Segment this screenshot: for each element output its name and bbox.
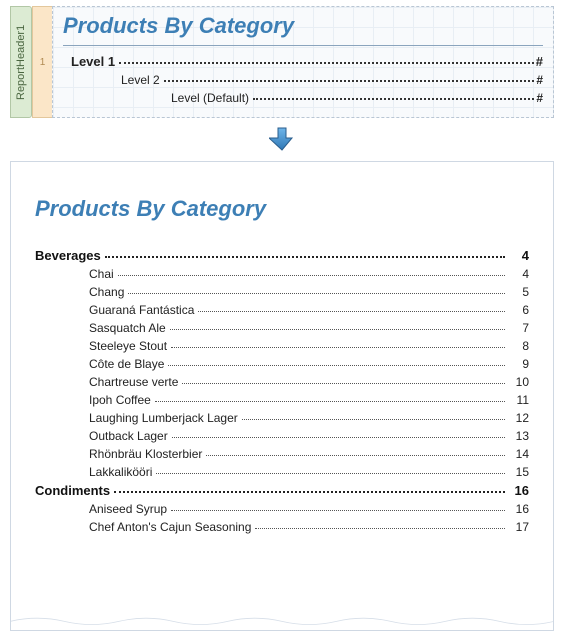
toc-item-row[interactable]: Ipoh Coffee 11 bbox=[35, 391, 529, 409]
toc-level-default-template[interactable]: Level (Default) # bbox=[171, 89, 543, 107]
leader-dots bbox=[119, 62, 534, 64]
toc-page-number: 4 bbox=[511, 248, 529, 263]
toc-item-row[interactable]: Sasquatch Ale 7 bbox=[35, 319, 529, 337]
toc-page-placeholder: # bbox=[536, 73, 543, 87]
arrow-down-icon bbox=[269, 126, 295, 152]
toc-item-label: Chang bbox=[89, 285, 124, 299]
toc-item-row[interactable]: Chai 4 bbox=[35, 265, 529, 283]
leader-dots bbox=[198, 311, 505, 312]
leader-dots bbox=[170, 329, 505, 330]
toc-item-row[interactable]: Rhönbräu Klosterbier 14 bbox=[35, 445, 529, 463]
toc-level-label: Level 2 bbox=[121, 73, 160, 87]
toc-category-row[interactable]: Condiments 16 bbox=[35, 481, 529, 500]
leader-dots bbox=[105, 256, 505, 258]
ruler-gutter: 1 bbox=[32, 6, 52, 118]
toc-item-row[interactable]: Laughing Lumberjack Lager 12 bbox=[35, 409, 529, 427]
toc-page-placeholder: # bbox=[536, 91, 543, 105]
toc-page-number: 4 bbox=[511, 267, 529, 281]
leader-dots bbox=[253, 98, 534, 100]
toc-item-label: Ipoh Coffee bbox=[89, 393, 151, 407]
toc-level-2-template[interactable]: Level 2 # bbox=[121, 71, 543, 89]
toc-page-number: 16 bbox=[511, 502, 529, 516]
toc-item-label: Chai bbox=[89, 267, 114, 281]
toc-level-label: Level (Default) bbox=[171, 91, 249, 105]
toc-page-number: 13 bbox=[511, 429, 529, 443]
toc-item-label: Guaraná Fantástica bbox=[89, 303, 194, 317]
leader-dots bbox=[171, 510, 505, 511]
toc-item-label: Sasquatch Ale bbox=[89, 321, 166, 335]
design-surface[interactable]: Products By Category Level 1 # Level 2 #… bbox=[52, 6, 554, 118]
toc-item-label: Côte de Blaye bbox=[89, 357, 164, 371]
designer-title[interactable]: Products By Category bbox=[63, 13, 543, 39]
toc-page-number: 10 bbox=[511, 375, 529, 389]
toc-item-row[interactable]: Chef Anton's Cajun Seasoning 17 bbox=[35, 518, 529, 536]
leader-dots bbox=[118, 275, 505, 276]
leader-dots bbox=[164, 80, 535, 82]
leader-dots bbox=[114, 491, 505, 493]
toc-page-number: 6 bbox=[511, 303, 529, 317]
leader-dots bbox=[242, 419, 505, 420]
leader-dots bbox=[182, 383, 505, 384]
toc-level-label: Level 1 bbox=[71, 54, 115, 69]
leader-dots bbox=[206, 455, 505, 456]
toc-item-label: Laughing Lumberjack Lager bbox=[89, 411, 238, 425]
toc-page-number: 15 bbox=[511, 465, 529, 479]
toc-page-number: 7 bbox=[511, 321, 529, 335]
toc-level-1-template[interactable]: Level 1 # bbox=[71, 52, 543, 71]
toc-item-row[interactable]: Chang 5 bbox=[35, 283, 529, 301]
toc-item-row[interactable]: Lakkalikööri 15 bbox=[35, 463, 529, 481]
report-header-tab[interactable]: ReportHeader1 bbox=[10, 6, 32, 118]
toc-page-placeholder: # bbox=[536, 54, 543, 69]
preview-title: Products By Category bbox=[35, 196, 529, 222]
leader-dots bbox=[168, 365, 505, 366]
toc-page-number: 12 bbox=[511, 411, 529, 425]
toc-item-label: Chartreuse verte bbox=[89, 375, 178, 389]
toc-item-label: Outback Lager bbox=[89, 429, 168, 443]
toc-page-number: 9 bbox=[511, 357, 529, 371]
toc-item-label: Lakkalikööri bbox=[89, 465, 152, 479]
designer-divider bbox=[63, 45, 543, 46]
toc-item-label: Steeleye Stout bbox=[89, 339, 167, 353]
leader-dots bbox=[255, 528, 505, 529]
toc-page-number: 14 bbox=[511, 447, 529, 461]
torn-page-edge bbox=[10, 615, 554, 631]
toc-page-number: 16 bbox=[511, 483, 529, 498]
leader-dots bbox=[155, 401, 505, 402]
toc-item-label: Aniseed Syrup bbox=[89, 502, 167, 516]
leader-dots bbox=[156, 473, 505, 474]
toc-category-label: Condiments bbox=[35, 483, 110, 498]
toc-page-number: 5 bbox=[511, 285, 529, 299]
toc-item-row[interactable]: Aniseed Syrup 16 bbox=[35, 500, 529, 518]
toc-item-label: Chef Anton's Cajun Seasoning bbox=[89, 520, 251, 534]
toc-item-row[interactable]: Chartreuse verte 10 bbox=[35, 373, 529, 391]
toc-item-row[interactable]: Guaraná Fantástica 6 bbox=[35, 301, 529, 319]
toc-page-number: 8 bbox=[511, 339, 529, 353]
toc-item-label: Rhönbräu Klosterbier bbox=[89, 447, 202, 461]
report-designer: ReportHeader1 1 Products By Category Lev… bbox=[10, 6, 554, 118]
toc-page-number: 17 bbox=[511, 520, 529, 534]
toc-item-row[interactable]: Steeleye Stout 8 bbox=[35, 337, 529, 355]
leader-dots bbox=[128, 293, 505, 294]
leader-dots bbox=[171, 347, 505, 348]
report-preview: Products By Category Beverages 4 Chai 4 C… bbox=[10, 161, 554, 631]
toc-page-number: 11 bbox=[511, 393, 529, 407]
toc-item-row[interactable]: Outback Lager 13 bbox=[35, 427, 529, 445]
toc-item-row[interactable]: Côte de Blaye 9 bbox=[35, 355, 529, 373]
leader-dots bbox=[172, 437, 505, 438]
toc-category-row[interactable]: Beverages 4 bbox=[35, 246, 529, 265]
toc-category-label: Beverages bbox=[35, 248, 101, 263]
